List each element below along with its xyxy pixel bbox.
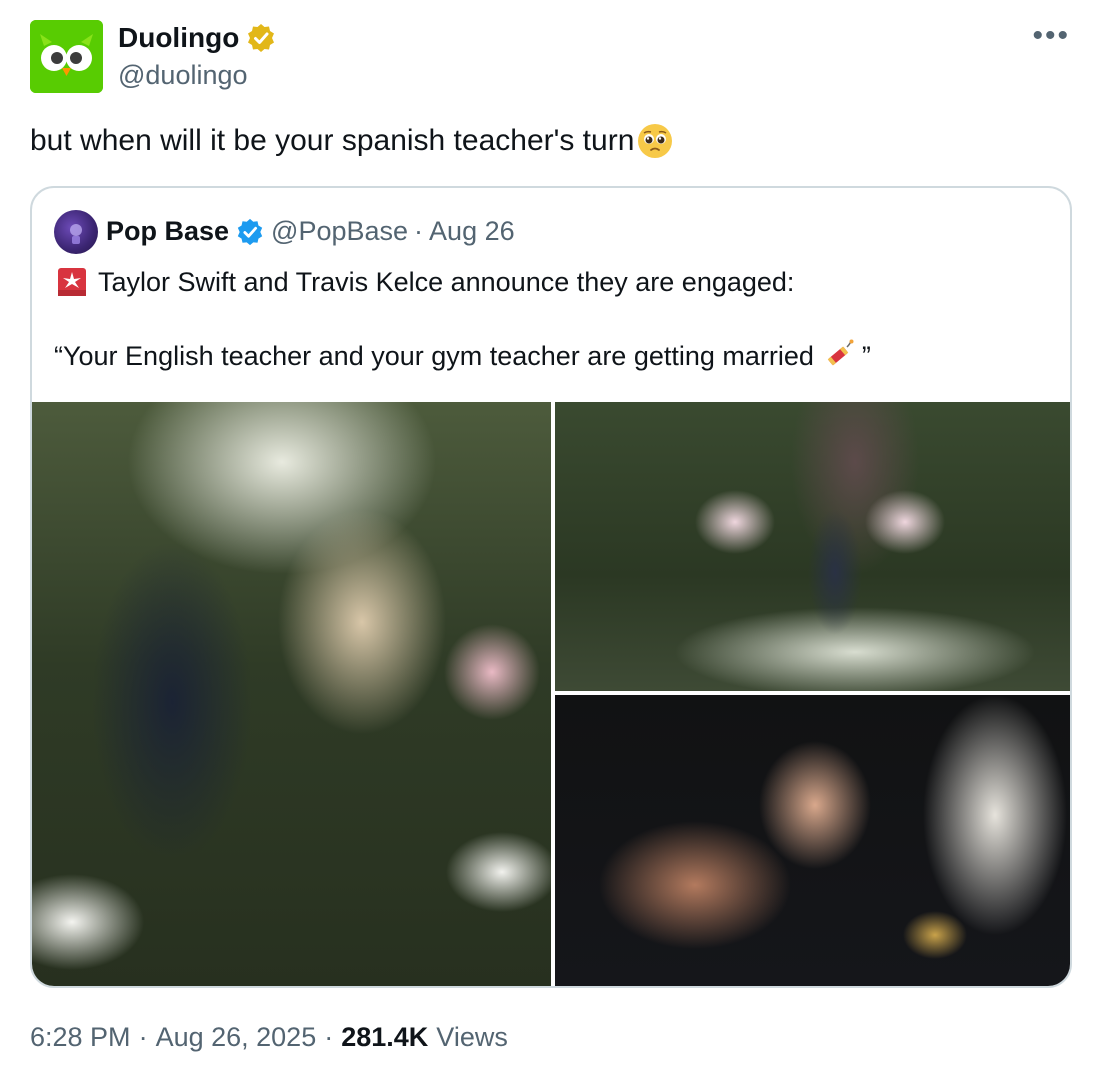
author-handle[interactable]: @duolingo (118, 60, 248, 91)
quoted-display-name[interactable]: Pop Base (106, 216, 229, 247)
views-label: Views (436, 1022, 508, 1052)
tweet: Duolingo @duolingo ••• but when will it … (0, 0, 1100, 1080)
tweet-text: but when will it be your spanish teacher… (30, 122, 674, 160)
views-count: 281.4K (341, 1022, 429, 1052)
quoted-handle[interactable]: @PopBase (271, 216, 408, 247)
quoted-line-2-close: ” (861, 340, 871, 371)
quoted-date[interactable]: Aug 26 (429, 216, 515, 247)
author-name-row: Duolingo (118, 22, 277, 54)
gold-verified-badge-icon[interactable] (245, 22, 277, 54)
firecracker-emoji-icon (820, 338, 856, 374)
tweet-time[interactable]: 6:28 PM (30, 1022, 131, 1053)
engagement-ring-hands-photo[interactable] (555, 695, 1070, 986)
duolingo-owl-icon[interactable] (30, 20, 103, 93)
more-options-icon[interactable]: ••• (1032, 21, 1070, 51)
pleading-face-emoji-icon (636, 122, 674, 160)
author-display-name[interactable]: Duolingo (118, 22, 239, 54)
quoted-tweet-header: Pop Base @PopBase · Aug 26 (106, 216, 515, 247)
quoted-text-line-1: Taylor Swift and Travis Kelce announce t… (54, 264, 794, 300)
footer-separator: · (138, 1022, 148, 1052)
blue-verified-badge-icon[interactable] (235, 217, 265, 247)
popbase-avatar[interactable] (54, 210, 98, 254)
quoted-line-2-text: “Your English teacher and your gym teach… (54, 340, 814, 371)
footer-separator: · (324, 1022, 334, 1052)
garden-proposal-photo[interactable] (555, 402, 1070, 691)
tweet-date[interactable]: Aug 26, 2025 (156, 1022, 317, 1053)
quoted-separator: · (414, 216, 424, 246)
quoted-line-1-text: Taylor Swift and Travis Kelce announce t… (98, 266, 795, 297)
quoted-text-line-2: “Your English teacher and your gym teach… (54, 338, 871, 374)
quoted-tweet-card[interactable]: Pop Base @PopBase · Aug 26 Taylor Swift … (30, 186, 1072, 988)
tweet-footer: 6:28 PM · Aug 26, 2025 · 281.4K Views (30, 1022, 508, 1053)
couple-embrace-photo[interactable] (32, 402, 551, 986)
tweet-body: but when will it be your spanish teacher… (30, 124, 635, 157)
siren-emoji-icon (54, 264, 90, 300)
